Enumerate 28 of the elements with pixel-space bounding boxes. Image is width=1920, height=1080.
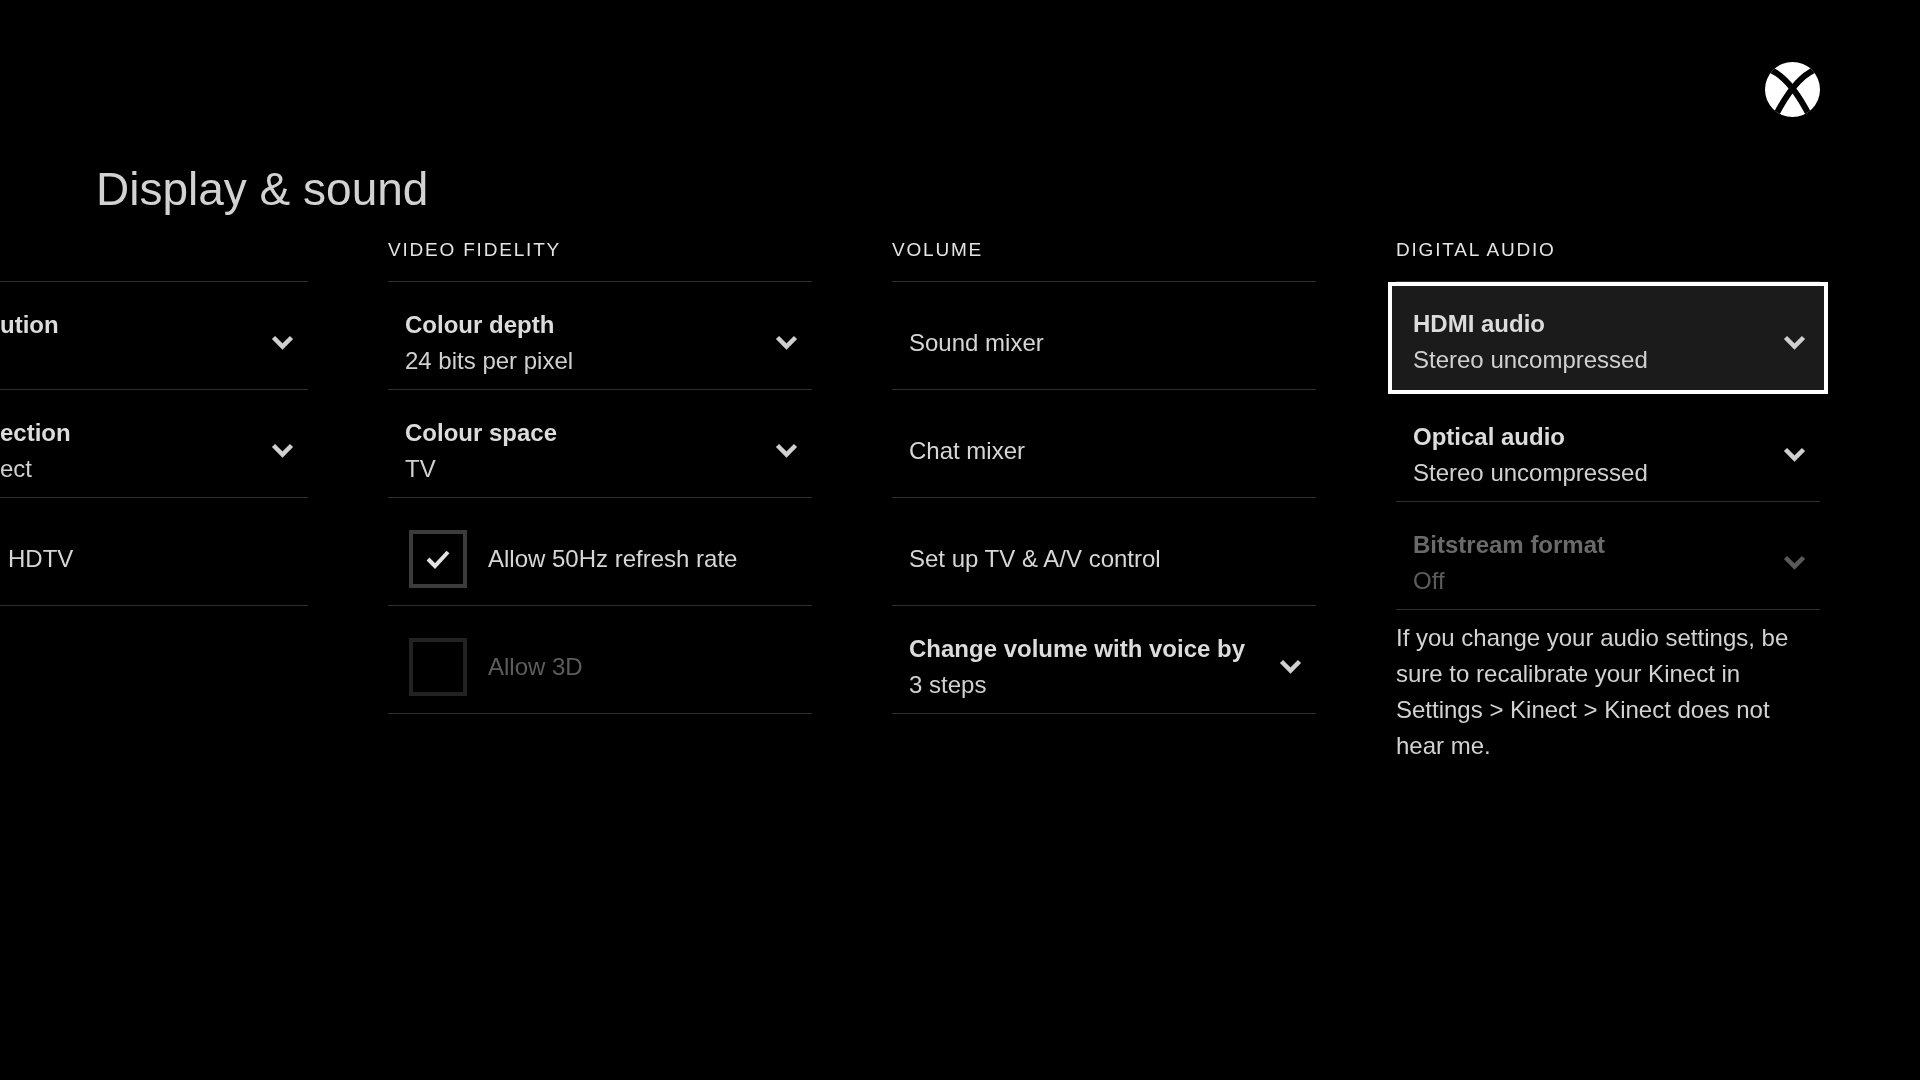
setting-dropdown[interactable]: Optical audio Stereo uncompressed (1396, 394, 1820, 502)
logo-icon (1765, 62, 1820, 117)
setting-dropdown[interactable]: ution (0, 282, 308, 390)
page-title: Display & sound (96, 162, 429, 217)
audio-note: If you change your audio settings, be sure to recalibrate your Kinect in Settings > Kinect > Kinect does not hear me. (1396, 623, 1790, 761)
checkbox-option[interactable]: Allow 50Hz refresh rate (388, 498, 812, 606)
setting-dropdown[interactable]: HDMI audio Stereo uncompressed (1388, 282, 1828, 394)
chevron-down-icon (775, 443, 798, 458)
menu-item[interactable]: Sound mixer (892, 282, 1316, 390)
setting-dropdown[interactable]: Colour space TV (388, 390, 812, 498)
menu-item[interactable]: HDTV (0, 498, 308, 606)
menu-item[interactable]: Chat mixer (892, 390, 1316, 498)
chevron-down-icon (1783, 447, 1806, 462)
section-header: VOLUME (892, 238, 984, 262)
setting-dropdown[interactable]: ection ect (0, 390, 308, 498)
chevron-down-icon (271, 443, 294, 458)
chevron-down-icon (1783, 555, 1806, 570)
checkbox[interactable] (409, 529, 467, 588)
section-header: VIDEO FIDELITY (388, 238, 561, 262)
check-icon (425, 548, 451, 569)
chevron-down-icon (1279, 659, 1302, 674)
menu-item[interactable]: Set up TV & A/V control (892, 498, 1316, 606)
chevron-down-icon (1783, 334, 1806, 350)
chevron-down-icon (271, 335, 294, 350)
section-header: DIGITAL AUDIO (1396, 238, 1556, 262)
setting-dropdown[interactable]: Colour depth 24 bits per pixel (388, 282, 812, 390)
setting-dropdown[interactable]: Change volume with voice by 3 steps (892, 606, 1316, 714)
chevron-down-icon (775, 335, 798, 350)
